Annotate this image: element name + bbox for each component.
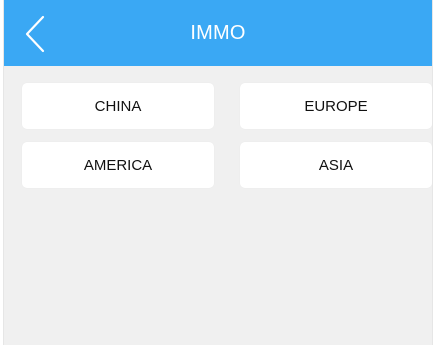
region-button-europe[interactable]: EUROPE bbox=[240, 83, 432, 129]
chevron-left-icon bbox=[25, 15, 45, 53]
app-screen: IMMO CHINA EUROPE AMERICA ASIA bbox=[3, 0, 433, 345]
page-title: IMMO bbox=[190, 21, 246, 44]
region-grid: CHINA EUROPE AMERICA ASIA bbox=[22, 83, 432, 188]
region-button-america[interactable]: AMERICA bbox=[22, 142, 214, 188]
region-button-asia[interactable]: ASIA bbox=[240, 142, 432, 188]
top-bar: IMMO bbox=[4, 0, 432, 66]
back-button[interactable] bbox=[18, 14, 52, 54]
region-button-china[interactable]: CHINA bbox=[22, 83, 214, 129]
